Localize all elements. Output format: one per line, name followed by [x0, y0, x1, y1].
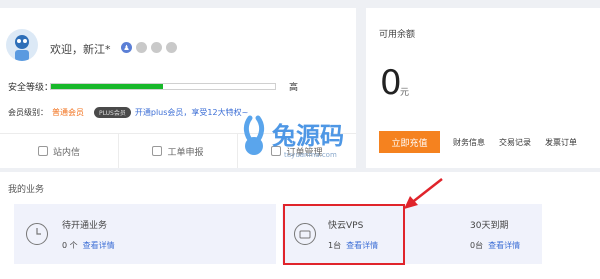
clock-icon — [26, 223, 48, 245]
finance-info-link[interactable]: 财务信息 — [453, 137, 485, 148]
user-verified-icon[interactable]: ♟ — [121, 42, 132, 53]
ticket-icon — [152, 146, 163, 156]
business-panel: 待开通业务 0 个查看详情 快云VPS 1台 查看详情 30天到期 0台 查看详情 — [14, 204, 542, 264]
balance-links: 财务信息 交易记录 发票订单 — [453, 137, 577, 148]
business-item-name: 待开通业务 — [62, 221, 108, 231]
watermark-text: 兔源码 — [272, 122, 344, 150]
balance-card: 可用余额 0 元 立即充值 财务信息 交易记录 发票订单 — [366, 8, 600, 168]
business-item-expiring[interactable]: 30天到期 0台 查看详情 — [412, 204, 542, 264]
mail-icon — [37, 146, 48, 156]
avatar[interactable] — [6, 29, 38, 61]
business-title: 我的业务 — [8, 185, 45, 195]
business-item-pending[interactable]: 待开通业务 0 个查看详情 — [14, 204, 276, 264]
watermark-sub: tuyuanma.com — [284, 151, 337, 159]
member-level-value: 普通会员 — [52, 108, 84, 117]
member-level-row: 会员级别： 普通会员 PLUS会员 开通plus会员，享受12大特权~ — [8, 107, 248, 118]
security-level-label: 安全等级： — [8, 83, 54, 93]
balance-unit: 元 — [400, 88, 410, 98]
invoice-orders-link[interactable]: 发票订单 — [545, 137, 577, 148]
quick-link-tickets[interactable]: 工单申报 — [119, 134, 238, 168]
business-item-count: 0 个查看详情 — [62, 240, 115, 251]
member-level-label: 会员级别： — [8, 108, 48, 117]
business-item-count-value: 0台 — [470, 241, 484, 250]
account-badges: ♟ — [121, 42, 177, 53]
quick-link-messages[interactable]: 站内信 — [0, 134, 119, 168]
transaction-records-link[interactable]: 交易记录 — [499, 137, 531, 148]
watermark-logo: 兔源码 tuyuanma.com — [243, 115, 344, 159]
link-badge-icon[interactable] — [166, 42, 177, 53]
balance-amount: 0 — [380, 63, 402, 103]
view-details-link[interactable]: 查看详情 — [488, 241, 520, 250]
security-level-bar — [50, 83, 276, 90]
plus-upgrade-link[interactable]: 开通plus会员，享受12大特权~ — [135, 107, 248, 118]
business-item-count: 0台 查看详情 — [470, 240, 520, 251]
plus-badge: PLUS会员 — [94, 107, 131, 118]
welcome-text: 欢迎，新江* — [50, 43, 111, 56]
highlight-box — [283, 204, 405, 265]
security-level-fill — [51, 84, 163, 89]
business-item-count-value: 0 个 — [62, 241, 78, 250]
balance-title: 可用余额 — [379, 30, 416, 40]
phone-badge-icon[interactable] — [136, 42, 147, 53]
email-badge-icon[interactable] — [151, 42, 162, 53]
business-item-name: 30天到期 — [470, 221, 509, 231]
security-level-value: 高 — [289, 83, 299, 93]
recharge-button[interactable]: 立即充值 — [379, 131, 440, 153]
quick-link-label: 站内信 — [52, 147, 80, 158]
quick-link-label: 工单申报 — [167, 147, 204, 158]
view-details-link[interactable]: 查看详情 — [83, 241, 115, 250]
annotation-arrow-icon — [404, 178, 443, 209]
